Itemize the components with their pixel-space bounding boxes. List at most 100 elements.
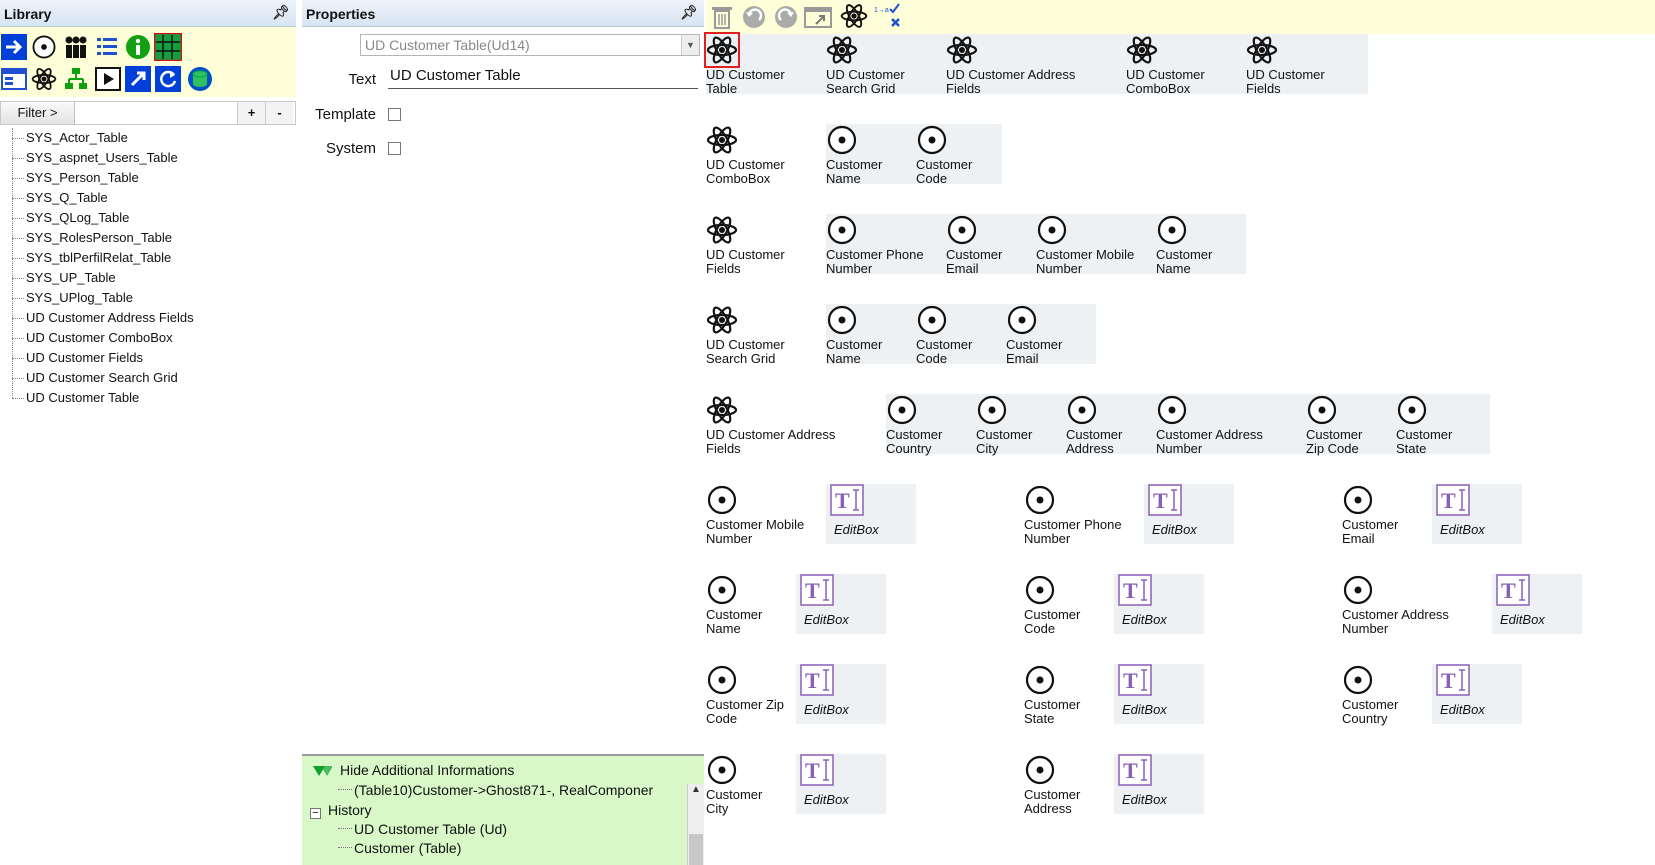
editbox-node[interactable]: EditBox (1118, 664, 1206, 722)
chevron-down-icon[interactable]: ▼ (681, 35, 699, 55)
login-arrow-icon[interactable] (0, 33, 28, 61)
field-node[interactable]: Customer Phone Number (826, 214, 936, 276)
editbox-icon (800, 664, 834, 696)
component-node[interactable]: UD Customer Address Fields (706, 394, 835, 456)
add-button[interactable]: + (237, 102, 265, 124)
editbox-icon (1436, 484, 1470, 516)
component-atom-icon[interactable] (30, 65, 58, 93)
filter-button[interactable]: Filter > (1, 102, 75, 124)
editbox-node[interactable]: EditBox (1496, 574, 1584, 632)
node-label: Customer State (1024, 697, 1081, 726)
field-dot-icon (946, 214, 978, 246)
tree-item[interactable]: UD Customer Search Grid (8, 368, 288, 388)
node-label: UD Customer Fields (706, 247, 785, 276)
field-node[interactable]: Customer State (1396, 394, 1506, 456)
field-node[interactable]: Customer Mobile Number (706, 484, 816, 546)
tree-item[interactable]: SYS_UPlog_Table (8, 288, 288, 308)
system-checkbox[interactable] (388, 142, 401, 155)
node-label: Customer Code (916, 337, 973, 366)
library-title: Library (4, 6, 52, 22)
editbox-label: EditBox (1440, 522, 1485, 537)
node-label: UD Customer Fields (1246, 67, 1325, 96)
editbox-icon (830, 484, 864, 516)
editbox-node[interactable]: EditBox (830, 484, 918, 542)
tree-item[interactable]: SYS_Q_Table (8, 188, 288, 208)
tree-item[interactable]: SYS_aspnet_Users_Table (8, 148, 288, 168)
field-node[interactable]: Customer Name (1156, 214, 1266, 276)
tree-item[interactable]: SYS_QLog_Table (8, 208, 288, 228)
field-node[interactable]: Customer Mobile Number (1036, 214, 1146, 276)
editbox-label: EditBox (804, 612, 849, 627)
component-node[interactable]: UD Customer ComboBox (1126, 34, 1236, 96)
tree-item[interactable]: SYS_Actor_Table (8, 128, 288, 148)
tree-item[interactable]: UD Customer Table (8, 388, 288, 408)
play-icon[interactable] (94, 65, 122, 93)
field-dot-icon (976, 394, 1008, 426)
component-node[interactable]: UD Customer ComboBox (706, 124, 816, 186)
editbox-node[interactable]: EditBox (1118, 574, 1206, 632)
text-field[interactable]: UD Customer Table (388, 67, 698, 89)
field-dot-icon (1066, 394, 1098, 426)
field-dot-icon (886, 394, 918, 426)
tree-item[interactable]: UD Customer Fields (8, 348, 288, 368)
history-item[interactable]: UD Customer Table (Ud) (354, 821, 507, 837)
editbox-icon (1118, 574, 1152, 606)
tree-item[interactable]: SYS_tblPerfilRelat_Table (8, 248, 288, 268)
component-node[interactable]: UD Customer Address Fields (946, 34, 1075, 96)
refresh-icon[interactable] (154, 65, 182, 93)
tree-item[interactable]: SYS_Person_Table (8, 168, 288, 188)
grid-icon[interactable] (154, 33, 182, 61)
database-icon[interactable] (186, 65, 214, 93)
collapse-icon[interactable] (312, 765, 333, 780)
component-node[interactable]: UD Customer Fields (1246, 34, 1356, 96)
field-node[interactable]: Customer Address Number (1342, 574, 1452, 636)
component-select-value: UD Customer Table(Ud14) (365, 37, 530, 53)
users-icon[interactable] (62, 33, 90, 61)
component-node[interactable]: UD Customer Search Grid (826, 34, 936, 96)
component-node[interactable]: UD Customer Table (704, 32, 816, 96)
node-label: UD Customer Search Grid (706, 337, 785, 366)
info-scrollbar[interactable]: ▲ (687, 784, 704, 865)
form-icon[interactable] (0, 65, 28, 93)
component-atom-icon (706, 124, 738, 156)
list-icon[interactable] (94, 33, 122, 61)
tree-icon[interactable] (62, 65, 90, 93)
field-node[interactable]: Customer Code (916, 124, 1026, 186)
editbox-node[interactable]: EditBox (1118, 754, 1206, 812)
field-node[interactable]: Customer Address Number (1156, 394, 1266, 456)
editbox-node[interactable]: EditBox (800, 754, 888, 812)
component-node[interactable]: UD Customer Search Grid (706, 304, 816, 366)
history-item[interactable]: Customer (Table) (354, 840, 461, 856)
tree-item[interactable]: UD Customer Address Fields (8, 308, 288, 328)
editbox-node[interactable]: EditBox (1436, 664, 1524, 722)
node-label: UD Customer Address Fields (706, 427, 836, 456)
field-node[interactable]: Customer Email (1006, 304, 1116, 366)
remove-button[interactable]: - (265, 102, 293, 124)
tree-item[interactable]: SYS_UP_Table (8, 268, 288, 288)
editbox-node[interactable]: EditBox (800, 664, 888, 722)
field-dot-icon (1156, 394, 1188, 426)
editbox-node[interactable]: EditBox (800, 574, 888, 632)
component-select[interactable]: UD Customer Table(Ud14) ▼ (360, 34, 700, 56)
pin-icon[interactable]: 📌︎ (680, 4, 698, 21)
editbox-label: EditBox (1440, 702, 1485, 717)
component-node[interactable]: UD Customer Fields (706, 214, 816, 276)
scroll-up-icon[interactable]: ▲ (688, 784, 704, 795)
library-toolbar (0, 27, 296, 97)
editbox-label: EditBox (804, 702, 849, 717)
info-icon[interactable] (124, 33, 152, 61)
editbox-icon (800, 754, 834, 786)
hide-info-toggle[interactable]: Hide Additional Informations (340, 762, 514, 778)
editbox-label: EditBox (1152, 522, 1197, 537)
minus-box-icon[interactable]: − (310, 808, 321, 819)
field-node[interactable]: Customer Phone Number (1024, 484, 1134, 546)
template-checkbox[interactable] (388, 108, 401, 121)
field-dot-icon (826, 124, 858, 156)
pin-icon[interactable]: 📌︎ (272, 4, 290, 21)
editbox-node[interactable]: EditBox (1436, 484, 1524, 542)
field-dot-icon[interactable] (30, 33, 58, 61)
tree-item[interactable]: UD Customer ComboBox (8, 328, 288, 348)
tree-item[interactable]: SYS_RolesPerson_Table (8, 228, 288, 248)
editbox-node[interactable]: EditBox (1148, 484, 1236, 542)
external-link-icon[interactable] (124, 65, 152, 93)
